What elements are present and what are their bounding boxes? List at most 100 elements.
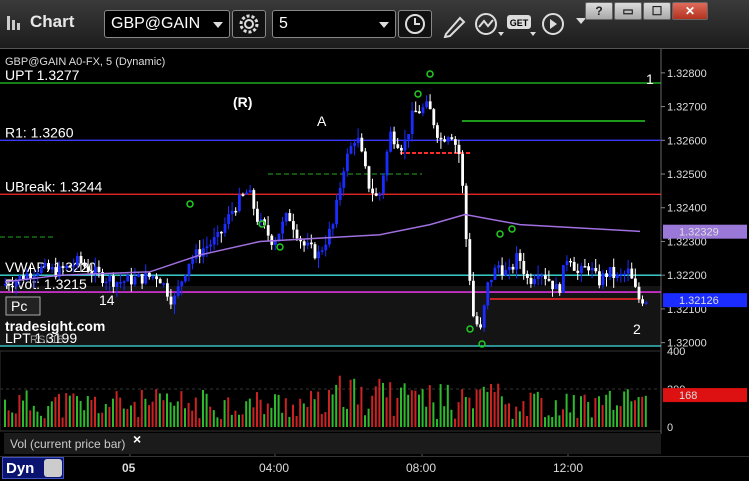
candle-up [324, 244, 328, 251]
restore-button[interactable]: ▭ [614, 2, 642, 20]
volume-bar [454, 418, 456, 427]
symbol-selector[interactable]: GBP@GAIN [104, 10, 230, 38]
volume-bar [580, 396, 582, 427]
candle-up [410, 110, 414, 135]
candle-up [173, 295, 176, 305]
candle-up [65, 265, 68, 269]
candle-up [382, 175, 385, 194]
candle-down [511, 266, 515, 270]
clock-icon [405, 14, 425, 34]
volume-bar [295, 415, 298, 427]
volume-bar [306, 406, 309, 427]
volume-bar [493, 391, 496, 427]
volume-bar [14, 413, 17, 427]
candle-down [475, 316, 479, 325]
volume-bar [562, 409, 564, 427]
volume-bar [349, 379, 352, 427]
lock-icon[interactable] [44, 459, 62, 477]
candle-up [619, 274, 623, 276]
volume-bar [248, 398, 251, 427]
candle-up [515, 253, 518, 270]
volume-bar [641, 396, 644, 427]
help-button[interactable]: ? [585, 2, 613, 20]
volume-bar [277, 394, 280, 427]
volume-bar [479, 389, 482, 427]
volume-bar [238, 414, 240, 427]
volume-bar [569, 412, 572, 427]
volume-bar [76, 396, 78, 427]
pencil-icon[interactable] [440, 12, 470, 38]
price-tick-label: 1.32600 [667, 135, 707, 147]
candle-up [497, 265, 500, 268]
candle-up [151, 276, 155, 278]
volume-bar [29, 410, 32, 427]
price-chart[interactable]: 1.32800 1.32700 1.32600 1.32500 1.32400 1.323… [0, 49, 749, 456]
candle-up [562, 265, 565, 293]
play-icon[interactable] [540, 12, 568, 38]
close-icon[interactable]: × [133, 431, 141, 447]
candle-down [457, 144, 461, 154]
candle-up [356, 137, 360, 144]
candle-up [533, 279, 536, 284]
volume-bar [346, 408, 348, 427]
volume-bar [274, 394, 276, 427]
candle-up [36, 272, 40, 276]
volume-bar [526, 415, 528, 427]
candle-down [551, 280, 554, 290]
candle-up [421, 107, 425, 114]
volume-bar [400, 387, 402, 427]
volume-bar [292, 404, 294, 427]
close-button[interactable]: ✕ [672, 2, 708, 20]
volume-bar [58, 393, 60, 427]
get-data-icon[interactable]: GET [506, 12, 538, 38]
candle-down [256, 208, 259, 222]
volume-bar [284, 398, 287, 427]
maximize-button[interactable]: ☐ [643, 2, 671, 20]
volume-bar [475, 389, 478, 427]
volume-bar [256, 392, 258, 427]
candle-up [14, 280, 18, 287]
volume-bar [443, 406, 446, 427]
candle-up [346, 153, 349, 172]
settings-button[interactable] [232, 10, 266, 38]
volume-bar [148, 405, 150, 427]
volume-bar [482, 386, 485, 427]
volume-bar [317, 391, 320, 427]
ma-price-value: 1.32329 [679, 227, 719, 239]
candle-down [374, 193, 378, 196]
volume-bar [392, 415, 395, 427]
volume-bar [40, 415, 42, 427]
volume-bar [137, 417, 140, 427]
price-tick-label: 1.32400 [667, 203, 707, 215]
volume-bar [94, 396, 96, 427]
volume-bar [428, 385, 431, 427]
candle-down [302, 241, 306, 246]
candle-up [216, 231, 220, 238]
candle-up [76, 256, 79, 266]
candle-down [83, 263, 86, 267]
volume-bar [97, 413, 100, 427]
volume-bar [328, 389, 330, 427]
candle-up [580, 266, 583, 273]
volume-bar [158, 393, 161, 427]
gear-icon [239, 14, 259, 34]
candle-up [119, 282, 122, 284]
level-label-upt: UPT 1.3277 [5, 67, 80, 83]
candle-up [385, 151, 389, 176]
interval-selector[interactable]: 5 [272, 10, 396, 38]
time-label: 05 [122, 461, 136, 475]
volume-bar [223, 400, 226, 427]
volume-bar [605, 394, 608, 427]
candle-up [486, 282, 490, 306]
volume-bar [461, 389, 464, 427]
candle-down [569, 260, 572, 263]
candle-up [626, 268, 630, 274]
study-icon[interactable] [472, 12, 506, 38]
volume-bar [544, 417, 546, 427]
volume-bar [7, 410, 10, 427]
time-frame-button[interactable] [398, 10, 432, 38]
level-label-vwap: VWAP: 1.3220 [5, 259, 97, 275]
volume-bar [619, 406, 622, 427]
candle-down [518, 253, 522, 261]
candle-down [450, 137, 454, 140]
